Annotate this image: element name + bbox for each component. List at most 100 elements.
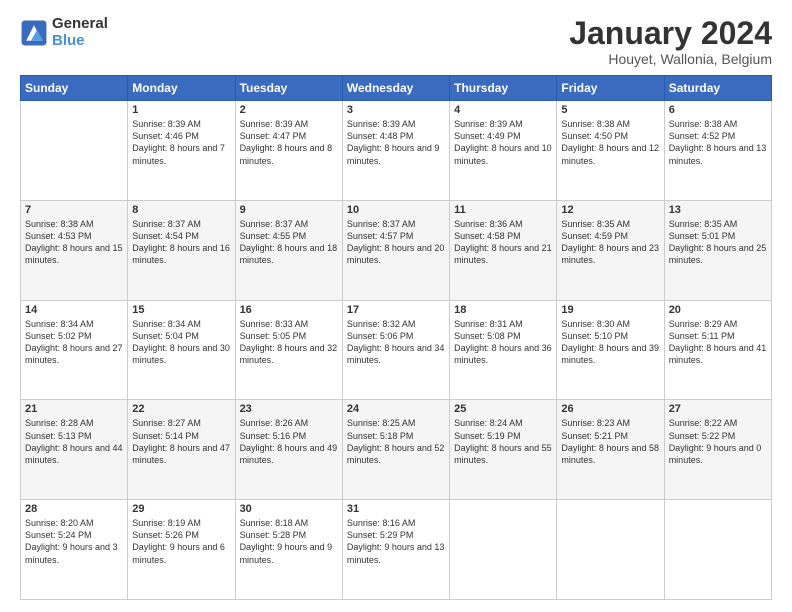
day-info: Sunrise: 8:38 AMSunset: 4:52 PMDaylight:… <box>669 118 767 167</box>
day-number: 7 <box>25 204 123 216</box>
table-row <box>664 500 771 600</box>
title-block: January 2024 Houyet, Wallonia, Belgium <box>569 16 772 67</box>
month-title: January 2024 <box>569 16 772 51</box>
day-info: Sunrise: 8:35 AMSunset: 4:59 PMDaylight:… <box>561 218 659 267</box>
header-wednesday: Wednesday <box>342 76 449 101</box>
table-row: 4 Sunrise: 8:39 AMSunset: 4:49 PMDaylight… <box>450 101 557 201</box>
table-row: 28Sunrise: 8:20 AMSunset: 5:24 PMDayligh… <box>21 500 128 600</box>
day-number: 24 <box>347 403 445 415</box>
day-info: Sunrise: 8:37 AMSunset: 4:55 PMDaylight:… <box>240 218 338 267</box>
table-row: 2Sunrise: 8:39 AMSunset: 4:47 PMDaylight… <box>235 101 342 201</box>
day-number: 25 <box>454 403 552 415</box>
logo-line2: Blue <box>52 32 85 49</box>
table-row: 29 Sunrise: 8:19 AMSunset: 5:26 PMDayligh… <box>128 500 235 600</box>
day-info: Sunrise: 8:35 AMSunset: 5:01 PMDaylight:… <box>669 218 767 267</box>
day-number: 13 <box>669 204 767 216</box>
calendar: Sunday Monday Tuesday Wednesday Thursday… <box>20 75 772 600</box>
calendar-header-row: Sunday Monday Tuesday Wednesday Thursday… <box>21 76 772 101</box>
day-info: Sunrise: 8:34 AMSunset: 5:04 PMDaylight:… <box>132 318 230 367</box>
day-number: 1 <box>132 104 230 116</box>
header-sunday: Sunday <box>21 76 128 101</box>
logo-line1: General <box>52 16 108 33</box>
table-row: 24Sunrise: 8:25 AMSunset: 5:18 PMDayligh… <box>342 400 449 500</box>
table-row: 18 Sunrise: 8:31 AMSunset: 5:08 PMDayligh… <box>450 300 557 400</box>
day-info: Sunrise: 8:26 AMSunset: 5:16 PMDaylight:… <box>240 417 338 466</box>
table-row <box>21 101 128 201</box>
day-info: Sunrise: 8:39 AMSunset: 4:46 PMDaylight:… <box>132 118 230 167</box>
table-row: 16Sunrise: 8:33 AMSunset: 5:05 PMDayligh… <box>235 300 342 400</box>
table-row: 27 Sunrise: 8:22 AMSunset: 5:22 PMDayligh… <box>664 400 771 500</box>
day-info: Sunrise: 8:19 AMSunset: 5:26 PMDaylight:… <box>132 517 230 566</box>
table-row: 26Sunrise: 8:23 AMSunset: 5:21 PMDayligh… <box>557 400 664 500</box>
table-row: 17 Sunrise: 8:32 AMSunset: 5:06 PMDayligh… <box>342 300 449 400</box>
table-row: 3Sunrise: 8:39 AMSunset: 4:48 PMDaylight… <box>342 101 449 201</box>
day-info: Sunrise: 8:30 AMSunset: 5:10 PMDaylight:… <box>561 318 659 367</box>
day-info: Sunrise: 8:22 AMSunset: 5:22 PMDaylight:… <box>669 417 767 466</box>
table-row: 25 Sunrise: 8:24 AMSunset: 5:19 PMDayligh… <box>450 400 557 500</box>
day-number: 14 <box>25 304 123 316</box>
table-row: 23Sunrise: 8:26 AMSunset: 5:16 PMDayligh… <box>235 400 342 500</box>
header-tuesday: Tuesday <box>235 76 342 101</box>
header-friday: Friday <box>557 76 664 101</box>
day-number: 18 <box>454 304 552 316</box>
day-info: Sunrise: 8:37 AMSunset: 4:54 PMDaylight:… <box>132 218 230 267</box>
day-info: Sunrise: 8:36 AMSunset: 4:58 PMDaylight:… <box>454 218 552 267</box>
location: Houyet, Wallonia, Belgium <box>569 51 772 67</box>
day-info: Sunrise: 8:39 AMSunset: 4:49 PMDaylight:… <box>454 118 552 167</box>
header-thursday: Thursday <box>450 76 557 101</box>
calendar-week-4: 21 Sunrise: 8:28 AMSunset: 5:13 PMDayligh… <box>21 400 772 500</box>
table-row <box>450 500 557 600</box>
table-row: 9 Sunrise: 8:37 AMSunset: 4:55 PMDaylight… <box>235 200 342 300</box>
day-info: Sunrise: 8:18 AMSunset: 5:28 PMDaylight:… <box>240 517 338 566</box>
day-info: Sunrise: 8:24 AMSunset: 5:19 PMDaylight:… <box>454 417 552 466</box>
table-row: 31Sunrise: 8:16 AMSunset: 5:29 PMDayligh… <box>342 500 449 600</box>
day-number: 27 <box>669 403 767 415</box>
table-row: 13 Sunrise: 8:35 AMSunset: 5:01 PMDayligh… <box>664 200 771 300</box>
day-number: 21 <box>25 403 123 415</box>
table-row: 22 Sunrise: 8:27 AMSunset: 5:14 PMDayligh… <box>128 400 235 500</box>
day-number: 11 <box>454 204 552 216</box>
day-info: Sunrise: 8:38 AMSunset: 4:50 PMDaylight:… <box>561 118 659 167</box>
day-info: Sunrise: 8:32 AMSunset: 5:06 PMDaylight:… <box>347 318 445 367</box>
calendar-week-1: 1 Sunrise: 8:39 AMSunset: 4:46 PMDaylight… <box>21 101 772 201</box>
day-number: 4 <box>454 104 552 116</box>
table-row: 5 Sunrise: 8:38 AMSunset: 4:50 PMDaylight… <box>557 101 664 201</box>
table-row: 21 Sunrise: 8:28 AMSunset: 5:13 PMDayligh… <box>21 400 128 500</box>
day-number: 16 <box>240 304 338 316</box>
day-info: Sunrise: 8:29 AMSunset: 5:11 PMDaylight:… <box>669 318 767 367</box>
day-number: 26 <box>561 403 659 415</box>
table-row: 1 Sunrise: 8:39 AMSunset: 4:46 PMDaylight… <box>128 101 235 201</box>
table-row: 20 Sunrise: 8:29 AMSunset: 5:11 PMDayligh… <box>664 300 771 400</box>
table-row: 12 Sunrise: 8:35 AMSunset: 4:59 PMDayligh… <box>557 200 664 300</box>
logo-text: General Blue <box>52 16 108 49</box>
day-number: 20 <box>669 304 767 316</box>
header-monday: Monday <box>128 76 235 101</box>
table-row: 15Sunrise: 8:34 AMSunset: 5:04 PMDayligh… <box>128 300 235 400</box>
table-row: 8 Sunrise: 8:37 AMSunset: 4:54 PMDaylight… <box>128 200 235 300</box>
day-info: Sunrise: 8:38 AMSunset: 4:53 PMDaylight:… <box>25 218 123 267</box>
page: General Blue January 2024 Houyet, Wallon… <box>0 0 792 612</box>
day-number: 9 <box>240 204 338 216</box>
day-number: 10 <box>347 204 445 216</box>
day-number: 6 <box>669 104 767 116</box>
table-row <box>557 500 664 600</box>
day-info: Sunrise: 8:39 AMSunset: 4:47 PMDaylight:… <box>240 118 338 167</box>
day-info: Sunrise: 8:28 AMSunset: 5:13 PMDaylight:… <box>25 417 123 466</box>
day-number: 22 <box>132 403 230 415</box>
table-row: 6 Sunrise: 8:38 AMSunset: 4:52 PMDaylight… <box>664 101 771 201</box>
day-number: 8 <box>132 204 230 216</box>
table-row: 14 Sunrise: 8:34 AMSunset: 5:02 PMDayligh… <box>21 300 128 400</box>
day-info: Sunrise: 8:34 AMSunset: 5:02 PMDaylight:… <box>25 318 123 367</box>
day-info: Sunrise: 8:31 AMSunset: 5:08 PMDaylight:… <box>454 318 552 367</box>
day-number: 12 <box>561 204 659 216</box>
day-info: Sunrise: 8:39 AMSunset: 4:48 PMDaylight:… <box>347 118 445 167</box>
day-number: 19 <box>561 304 659 316</box>
table-row: 10 Sunrise: 8:37 AMSunset: 4:57 PMDayligh… <box>342 200 449 300</box>
day-info: Sunrise: 8:27 AMSunset: 5:14 PMDaylight:… <box>132 417 230 466</box>
calendar-week-3: 14 Sunrise: 8:34 AMSunset: 5:02 PMDayligh… <box>21 300 772 400</box>
day-number: 5 <box>561 104 659 116</box>
day-info: Sunrise: 8:37 AMSunset: 4:57 PMDaylight:… <box>347 218 445 267</box>
header-saturday: Saturday <box>664 76 771 101</box>
day-number: 17 <box>347 304 445 316</box>
day-number: 29 <box>132 503 230 515</box>
